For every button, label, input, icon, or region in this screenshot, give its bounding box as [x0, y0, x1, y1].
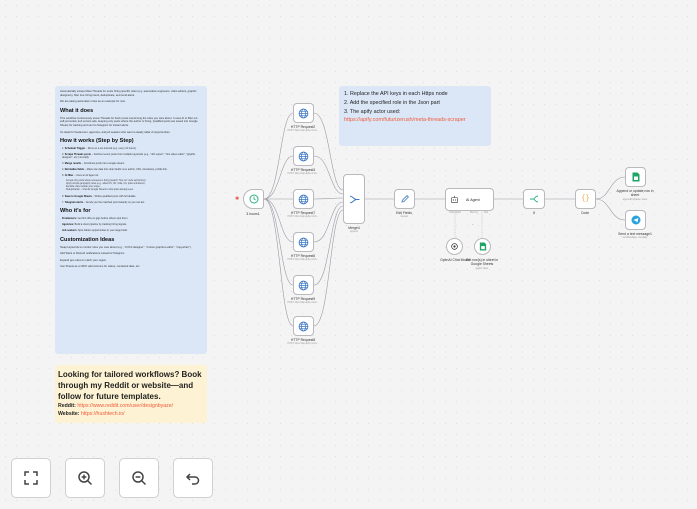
add-memory-icon[interactable]: + [472, 222, 474, 226]
telegram-icon [631, 215, 640, 225]
google-sheets-tool-sublabel: getAll: sheet [475, 268, 489, 270]
schedule-trigger-label: 3 hours1 [246, 212, 260, 216]
agent-port-chat-model: Chat Model [449, 212, 461, 214]
http-request-sublabel: POST: https://api.apify.com/v... [287, 173, 319, 175]
globe-icon [298, 151, 309, 161]
connection [263, 112, 294, 200]
schedule-trigger-node[interactable] [243, 189, 264, 209]
http-request-node-8[interactable] [293, 316, 314, 336]
http-request-node-3[interactable] [293, 146, 314, 166]
globe-icon [298, 194, 309, 204]
connection [313, 197, 344, 200]
http-request-label: HTTP Request9 [290, 297, 316, 301]
zoom-in-button[interactable] [65, 458, 105, 498]
code-node[interactable]: {} [575, 189, 596, 209]
google-sheets-icon [632, 172, 639, 182]
http-request-node-7[interactable] [293, 189, 314, 209]
agent-port-memory: Memory [469, 212, 479, 214]
http-request-label: HTTP Request8 [290, 338, 316, 342]
globe-icon [298, 321, 309, 331]
openai-chat-model-node[interactable] [446, 238, 463, 255]
edit-fields-node[interactable] [394, 189, 415, 209]
edit-fields-sublabel: manual [400, 216, 408, 218]
connection [313, 112, 344, 191]
ai-agent-label: AI Agent [466, 197, 480, 202]
zoom-out-button[interactable] [119, 458, 159, 498]
merge-icon [349, 195, 359, 203]
clock-icon [249, 194, 258, 204]
merge-label: Merge4 [348, 226, 360, 230]
http-request-sublabel: POST: https://api.apify.com/v... [287, 130, 319, 132]
branch-icon [530, 195, 539, 203]
http-request-label: HTTP Request2 [290, 125, 316, 129]
http-request-node-6[interactable] [293, 232, 314, 252]
google-sheets-append-sublabel: appendOrUpdate: sheet [622, 199, 648, 201]
ai-agent-node[interactable]: AI Agent [445, 188, 494, 211]
google-sheets-tool-node[interactable] [474, 238, 491, 255]
if-label: If [533, 211, 535, 215]
connection [313, 201, 344, 243]
google-sheets-icon [479, 242, 486, 251]
google-sheets-append-label: Append or update row in sheet [616, 189, 654, 198]
connection [313, 209, 344, 327]
robot-icon [450, 195, 459, 204]
http-request-node-2[interactable] [293, 103, 314, 123]
fit-view-icon [24, 471, 38, 485]
http-request-sublabel: POST: https://api.apify.com/v... [287, 216, 319, 218]
edit-fields-label: Edit Fields [396, 211, 412, 215]
connections-layer [263, 112, 626, 327]
openai-icon [451, 243, 458, 250]
http-request-label: HTTP Request6 [290, 254, 316, 258]
http-request-label: HTTP Request3 [290, 168, 316, 172]
merge-node[interactable] [343, 174, 365, 224]
agent-port-tool: Tool [483, 212, 489, 214]
google-sheets-append-node[interactable] [625, 167, 646, 187]
fit-view-button[interactable] [11, 458, 51, 498]
telegram-node[interactable] [625, 210, 646, 230]
merge-sublabel: append [350, 231, 358, 233]
undo-button[interactable] [173, 458, 213, 498]
http-request-node-9[interactable] [293, 275, 314, 295]
code-label: Code [580, 211, 590, 215]
google-sheets-tool-label: Get row(s) in sheet in Google Sheets [465, 258, 499, 267]
zoom-out-icon [132, 471, 147, 486]
telegram-sublabel: sendMessage: message [622, 237, 648, 239]
http-request-sublabel: POST: https://api.apify.com/v... [287, 302, 319, 304]
http-request-sublabel: POST: https://api.apify.com/v... [287, 343, 319, 345]
if-node[interactable] [523, 189, 545, 209]
globe-icon [298, 237, 309, 247]
undo-icon [185, 473, 200, 485]
add-trigger-icon[interactable]: ✱ [235, 196, 239, 202]
globe-icon [298, 108, 309, 118]
code-braces-icon: {} [581, 195, 590, 203]
telegram-label: Send a text message1 [618, 232, 652, 236]
zoom-in-icon [78, 471, 93, 486]
http-request-label: HTTP Request7 [290, 211, 316, 215]
connection [313, 155, 344, 195]
connection [595, 198, 626, 221]
pencil-icon [400, 195, 409, 203]
globe-icon [298, 280, 309, 290]
http-request-sublabel: POST: https://api.apify.com/v... [287, 259, 319, 261]
connection [263, 198, 294, 286]
